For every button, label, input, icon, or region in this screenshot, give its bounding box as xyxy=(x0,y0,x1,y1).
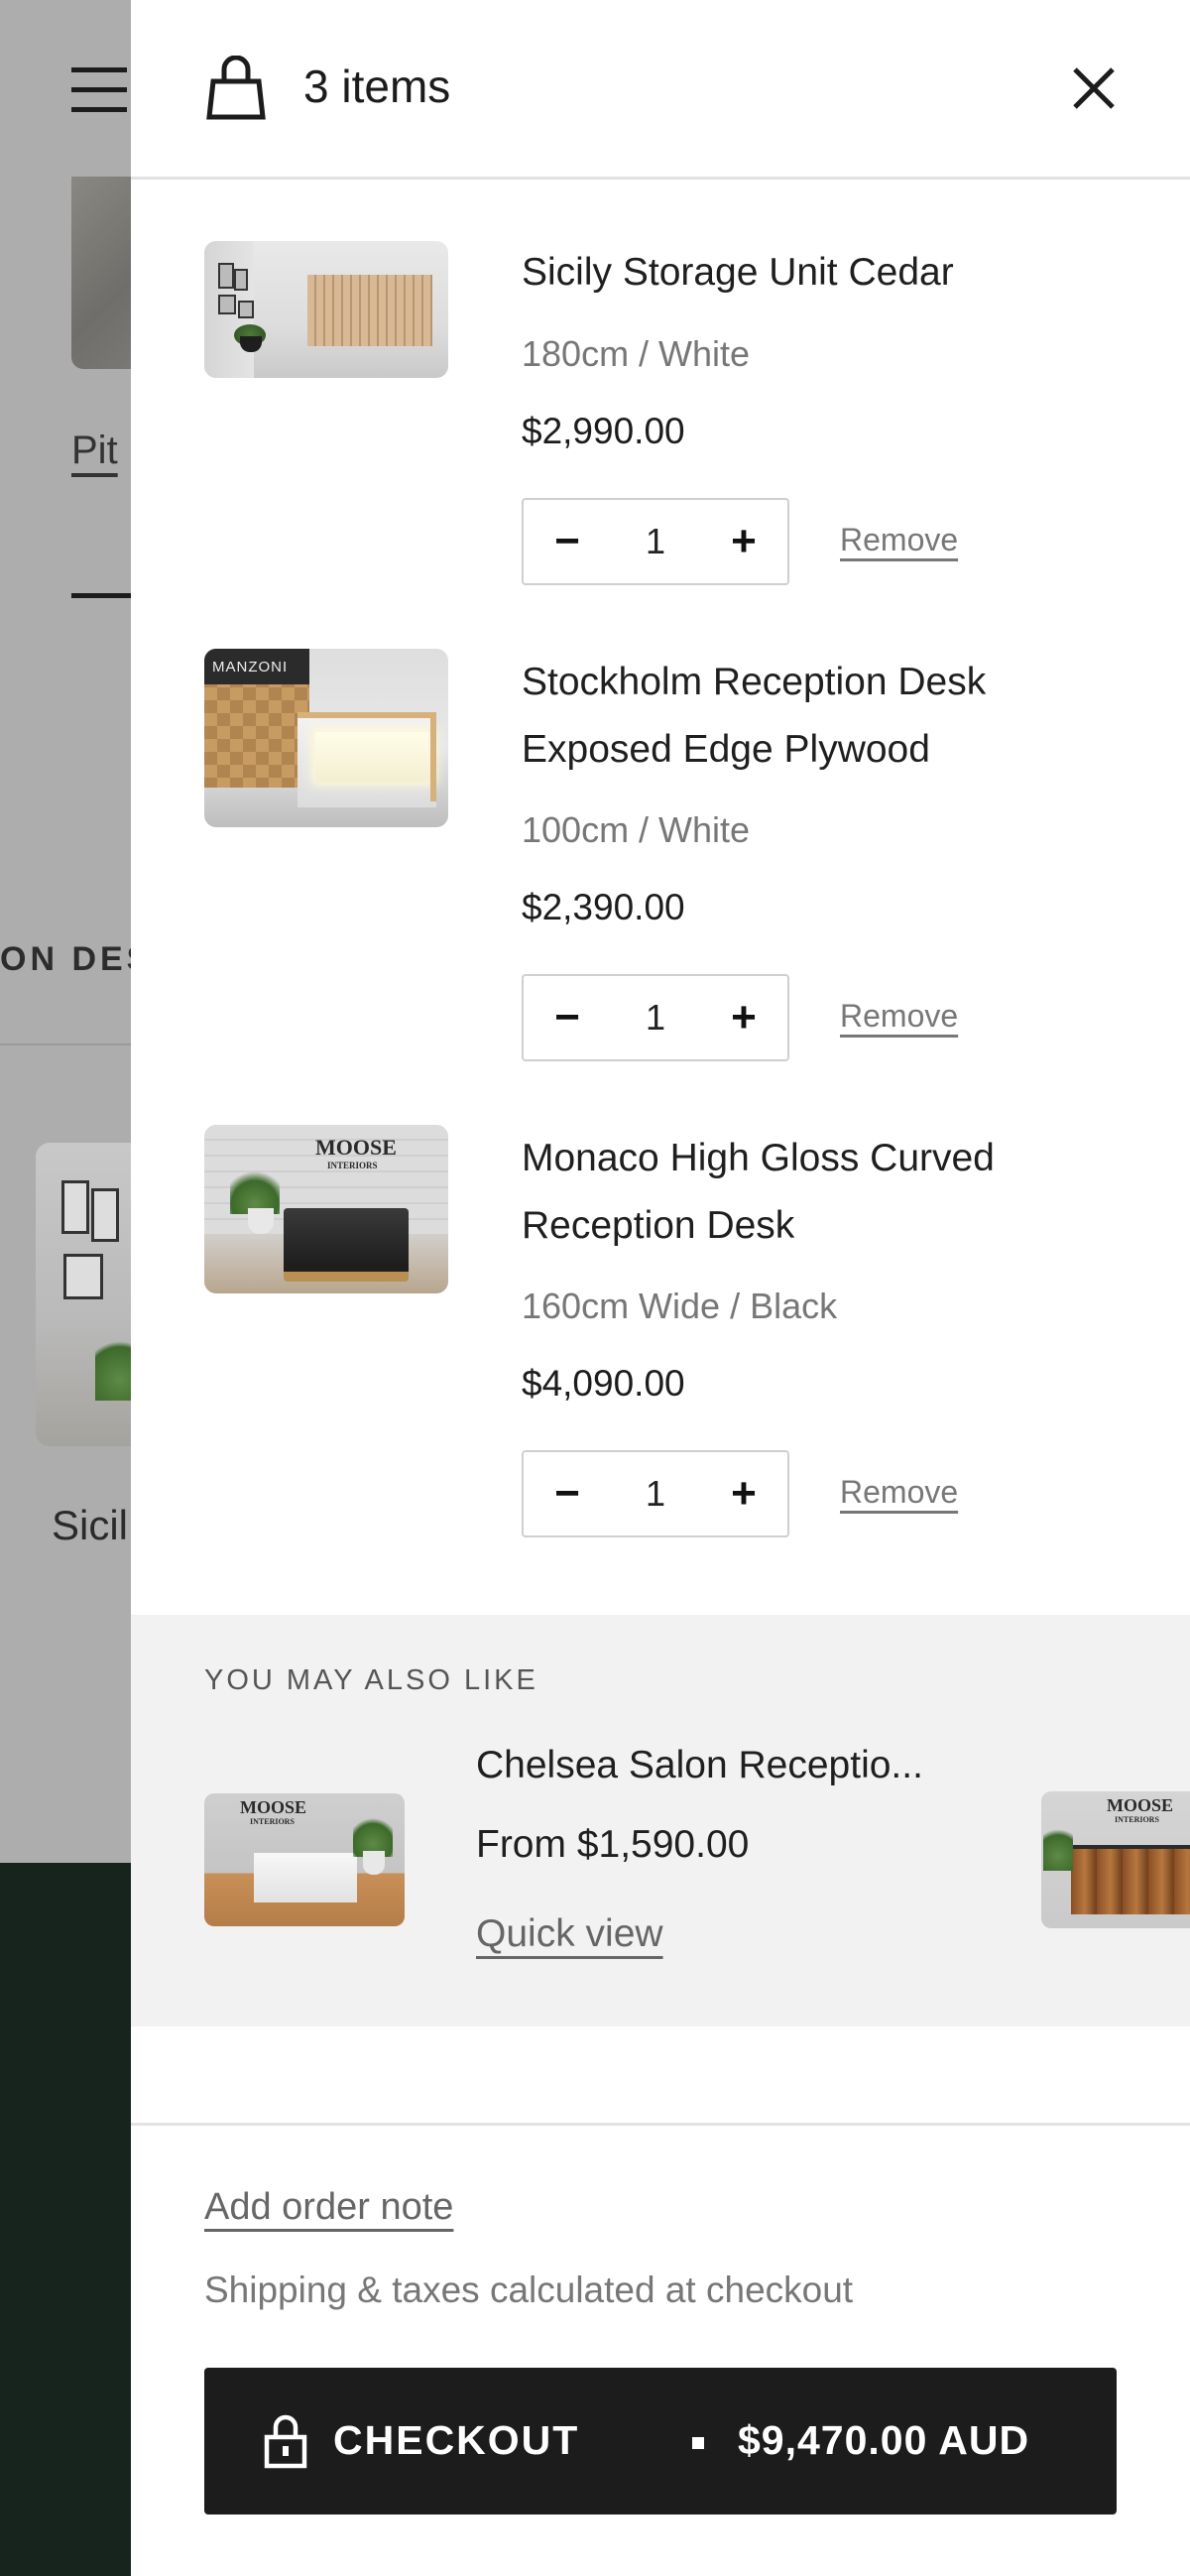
cart-item-name[interactable]: Stockholm Reception Desk Exposed Edge Pl… xyxy=(522,649,1077,784)
product-thumbnail[interactable]: MANZONI xyxy=(204,649,448,827)
cart-item-name[interactable]: Sicily Storage Unit Cedar xyxy=(522,239,1077,307)
quantity-stepper: − 1 + xyxy=(522,498,789,585)
cart-item-count: 3 items xyxy=(303,61,451,112)
image-logo-text: MOOSE xyxy=(315,1135,397,1160)
hamburger-menu-icon[interactable] xyxy=(71,67,127,113)
cart-item-variant: 180cm / White xyxy=(522,333,751,374)
remove-item-button[interactable]: Remove xyxy=(840,998,958,1035)
separator-dot xyxy=(692,2437,704,2449)
image-logo-subtext: INTERIORS xyxy=(250,1817,295,1826)
quick-view-button[interactable]: Quick view xyxy=(476,1912,663,1956)
quantity-stepper: − 1 + xyxy=(522,1450,789,1537)
product-thumbnail[interactable]: MOOSE INTERIORS xyxy=(204,1125,448,1293)
cart-drawer: 3 items Sicily Storage Unit Cedar 180cm … xyxy=(131,0,1190,2576)
remove-item-button[interactable]: Remove xyxy=(840,522,958,558)
quantity-value[interactable]: 1 xyxy=(603,976,708,1059)
add-order-note-link[interactable]: Add order note xyxy=(204,2186,453,2229)
background-product-title: Sicil xyxy=(52,1502,129,1548)
lock-icon xyxy=(264,2414,307,2469)
decrease-quantity-button[interactable]: − xyxy=(528,500,607,583)
quantity-value[interactable]: 1 xyxy=(603,1452,708,1535)
image-logo-text: MOOSE xyxy=(1107,1795,1174,1815)
upsell-product-thumbnail[interactable]: MOOSE INTERIORS xyxy=(204,1793,405,1926)
cart-header: 3 items xyxy=(131,0,1190,180)
shipping-note: Shipping & taxes calculated at checkout xyxy=(204,2269,854,2310)
background-divider xyxy=(71,593,131,598)
checkout-total: $9,470.00 AUD xyxy=(738,2417,1030,2463)
close-icon[interactable] xyxy=(1067,61,1121,115)
image-logo-text: MOOSE xyxy=(240,1797,307,1817)
increase-quantity-button[interactable]: + xyxy=(704,500,783,583)
upsell-next-product-thumbnail[interactable]: MOOSE INTERIORS xyxy=(1041,1791,1190,1928)
upsell-heading: YOU MAY ALSO LIKE xyxy=(204,1664,538,1696)
decrease-quantity-button[interactable]: − xyxy=(528,1452,607,1535)
background-product-image-2 xyxy=(36,1143,145,1446)
image-logo-subtext: INTERIORS xyxy=(327,1161,378,1170)
cart-item-price: $4,090.00 xyxy=(522,1363,685,1404)
checkout-label: CHECKOUT xyxy=(333,2417,580,2463)
product-thumbnail[interactable] xyxy=(204,241,448,378)
increase-quantity-button[interactable]: + xyxy=(704,976,783,1059)
quantity-value[interactable]: 1 xyxy=(603,500,708,583)
background-product-link: Pit xyxy=(71,429,118,472)
increase-quantity-button[interactable]: + xyxy=(704,1452,783,1535)
background-divider-line xyxy=(0,1043,139,1045)
cart-item-price: $2,990.00 xyxy=(522,411,685,451)
image-sign-text: MANZONI xyxy=(212,659,289,675)
upsell-product-price: From $1,590.00 xyxy=(476,1823,750,1866)
quantity-stepper: − 1 + xyxy=(522,974,789,1061)
image-logo-subtext: INTERIORS xyxy=(1115,1815,1159,1824)
cart-item-variant: 100cm / White xyxy=(522,809,751,850)
upsell-product-name[interactable]: Chelsea Salon Receptio... xyxy=(476,1744,923,1787)
remove-item-button[interactable]: Remove xyxy=(840,1474,958,1511)
footer-divider xyxy=(131,2123,1190,2126)
cart-item-name[interactable]: Monaco High Gloss Curved Reception Desk xyxy=(522,1125,1077,1260)
decrease-quantity-button[interactable]: − xyxy=(528,976,607,1059)
cart-item-price: $2,390.00 xyxy=(522,887,685,927)
shopping-bag-icon xyxy=(206,56,266,120)
cart-item-variant: 160cm Wide / Black xyxy=(522,1286,838,1326)
checkout-button[interactable]: CHECKOUT $9,470.00 AUD xyxy=(204,2368,1117,2515)
upsell-section: YOU MAY ALSO LIKE MOOSE INTERIORS Chelse… xyxy=(131,1615,1190,2026)
